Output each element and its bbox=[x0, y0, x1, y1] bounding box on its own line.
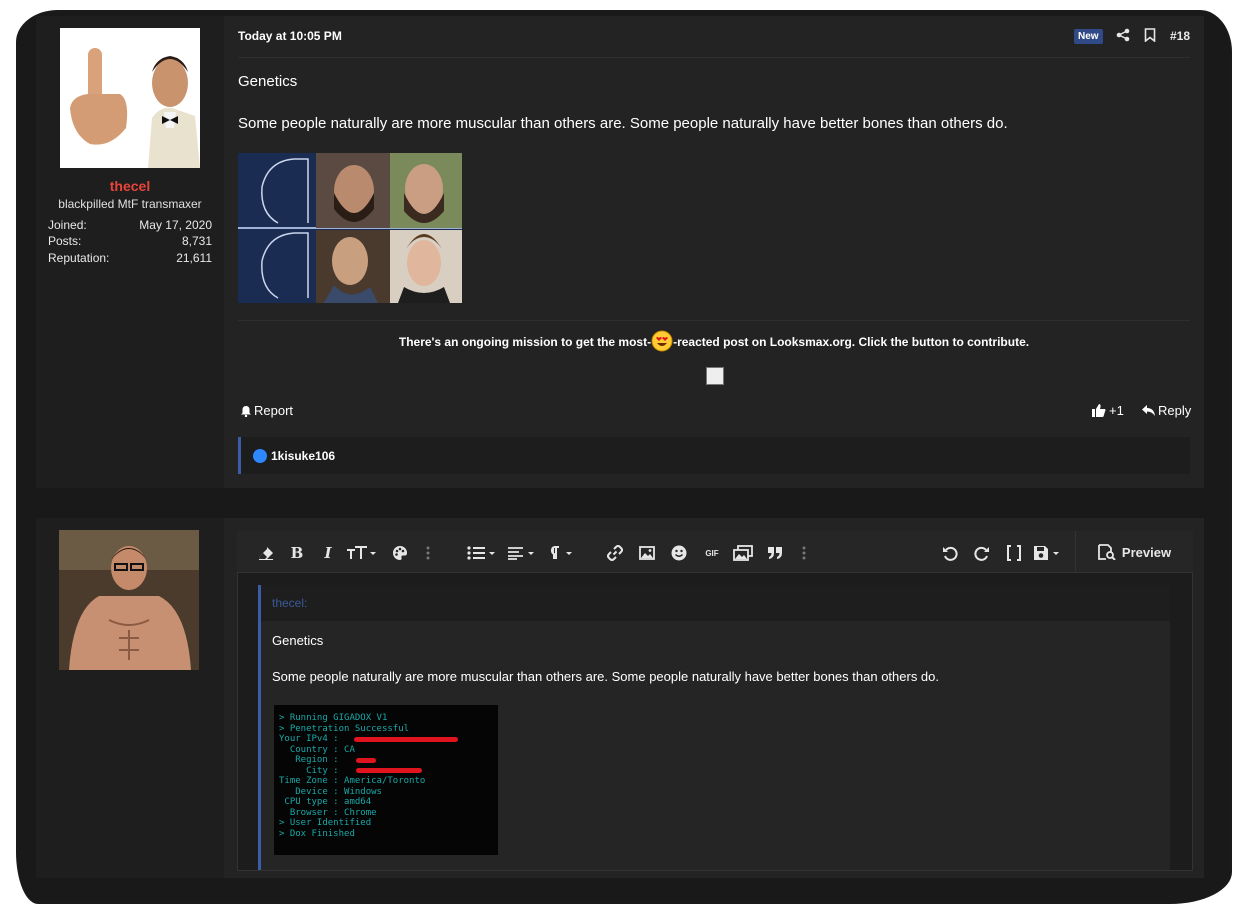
like-count: +1 bbox=[1109, 403, 1124, 418]
bbcode-toggle-icon[interactable] bbox=[1005, 544, 1023, 562]
text-size-icon[interactable] bbox=[346, 544, 378, 562]
list-icon[interactable] bbox=[467, 544, 497, 562]
like-button[interactable]: +1 bbox=[1092, 403, 1124, 418]
post-date[interactable]: Today at 10:05 PM bbox=[238, 29, 342, 43]
user-title: blackpilled MtF transmaxer bbox=[58, 197, 202, 211]
preview-button[interactable]: Preview bbox=[1075, 531, 1193, 573]
quote-title: Genetics bbox=[272, 633, 324, 648]
terminal-line: > Running GIGADOX V1 bbox=[279, 713, 388, 723]
italic-icon[interactable]: I bbox=[320, 544, 336, 562]
gallery-icon[interactable] bbox=[732, 544, 754, 562]
bell-icon bbox=[241, 405, 251, 417]
align-icon[interactable] bbox=[507, 544, 537, 562]
mission-text-end: -reacted post on Looksmax.org. Click the… bbox=[673, 335, 1030, 349]
palette-icon[interactable] bbox=[391, 544, 409, 562]
username[interactable]: thecel bbox=[36, 178, 224, 194]
bookmark-icon[interactable] bbox=[1144, 28, 1156, 43]
reply-icon bbox=[1142, 405, 1155, 416]
image-icon[interactable] bbox=[638, 544, 656, 562]
avatar[interactable] bbox=[59, 530, 199, 670]
thumbs-up-icon bbox=[1092, 404, 1106, 417]
reaction-bar[interactable]: 1kisuke106 bbox=[238, 437, 1190, 474]
post-title: Genetics bbox=[238, 73, 298, 90]
stat-reputation: Reputation: 21,611 bbox=[48, 251, 212, 265]
save-draft-icon[interactable] bbox=[1033, 544, 1063, 562]
terminal-line: > Dox Finished bbox=[279, 828, 355, 839]
post-header-divider bbox=[238, 57, 1190, 58]
quote-author[interactable]: thecel: bbox=[272, 596, 307, 610]
report-button[interactable]: Report bbox=[240, 403, 293, 418]
stat-label: Posts: bbox=[48, 234, 82, 248]
redaction-mark bbox=[356, 758, 376, 763]
mission-text-start: There's an ongoing mission to get the mo… bbox=[398, 335, 652, 349]
reply-label: Reply bbox=[1158, 403, 1192, 418]
post-number[interactable]: #18 bbox=[1170, 29, 1190, 43]
terminal-line: Time Zone : America/Toronto bbox=[279, 776, 426, 786]
terminal-line: Country : CA bbox=[279, 744, 355, 755]
terminal-line: > User Identified bbox=[279, 818, 372, 828]
stat-value[interactable]: 8,731 bbox=[182, 234, 212, 248]
smiley-icon[interactable] bbox=[670, 544, 688, 562]
terminal-line: CPU type : amd64 bbox=[279, 797, 372, 807]
undo-icon[interactable] bbox=[941, 544, 959, 562]
share-icon[interactable] bbox=[1116, 28, 1130, 42]
quote-header bbox=[258, 585, 1170, 621]
reaction-user[interactable]: 1kisuke106 bbox=[271, 449, 335, 463]
stat-value: 21,611 bbox=[176, 251, 212, 265]
more-options-icon[interactable] bbox=[424, 544, 432, 562]
post-image[interactable] bbox=[238, 153, 462, 303]
terminal-line: Region : bbox=[279, 755, 345, 765]
stat-label: Joined: bbox=[48, 218, 87, 232]
terminal-image[interactable]: > Running GIGADOX V1 > Penetration Succes… bbox=[274, 705, 498, 855]
terminal-line: Browser : Chrome bbox=[279, 807, 377, 818]
report-label: Report bbox=[254, 403, 294, 418]
signature-divider bbox=[238, 320, 1190, 321]
new-badge: New bbox=[1074, 29, 1103, 44]
stat-label: Reputation: bbox=[48, 251, 110, 265]
broken-image-icon[interactable] bbox=[706, 367, 724, 385]
quote-icon[interactable] bbox=[766, 544, 784, 562]
like-reaction-icon bbox=[253, 449, 267, 463]
link-icon[interactable] bbox=[606, 544, 624, 562]
terminal-line: Device : Windows bbox=[279, 786, 382, 797]
paragraph-icon[interactable] bbox=[547, 544, 575, 562]
stat-posts: Posts: 8,731 bbox=[48, 234, 212, 248]
quote-body: Some people naturally are more muscular … bbox=[272, 669, 940, 684]
avatar[interactable] bbox=[60, 28, 200, 168]
reply-button[interactable]: Reply bbox=[1142, 403, 1191, 418]
bold-icon[interactable]: B bbox=[288, 544, 306, 562]
redaction-mark bbox=[356, 768, 422, 773]
heart-eyes-icon bbox=[651, 330, 673, 352]
gif-icon[interactable]: GIF bbox=[702, 544, 722, 562]
post-body: Some people naturally are more muscular … bbox=[238, 115, 1008, 132]
preview-label: Preview bbox=[1121, 544, 1172, 560]
more-options-icon[interactable] bbox=[800, 544, 808, 562]
stat-value: May 17, 2020 bbox=[139, 218, 212, 232]
preview-icon bbox=[1098, 544, 1116, 560]
mission-text: There's an ongoing mission to get the mo… bbox=[238, 330, 1190, 352]
stat-joined: Joined: May 17, 2020 bbox=[48, 218, 212, 232]
terminal-line: > Penetration Successful bbox=[279, 723, 410, 734]
redo-icon[interactable] bbox=[973, 544, 991, 562]
redaction-mark bbox=[354, 737, 458, 742]
eraser-icon[interactable] bbox=[256, 544, 276, 562]
